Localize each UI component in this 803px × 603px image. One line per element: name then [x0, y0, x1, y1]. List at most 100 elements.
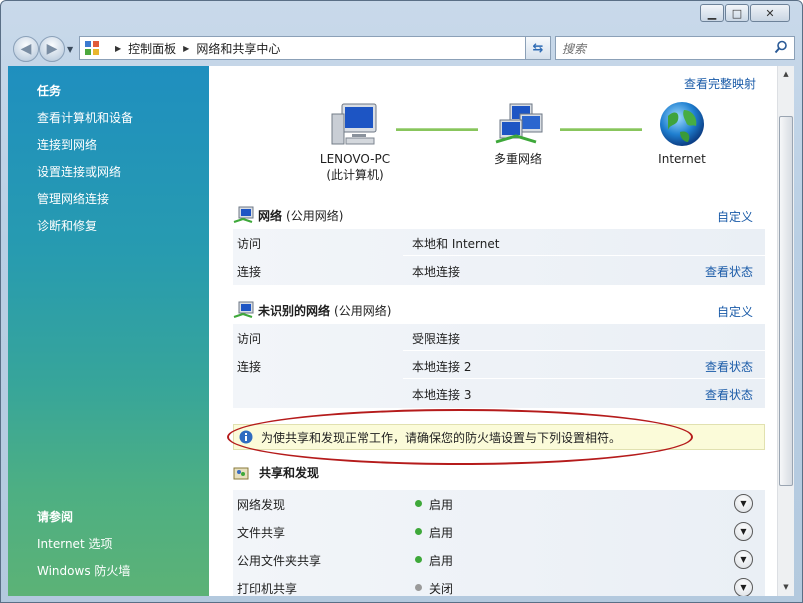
recent-pages-dropdown[interactable]: ▼ — [67, 45, 73, 54]
main-content: 查看完整映射 LENOVO-PC (此计算机) 多重网络 Internet 网络… — [209, 66, 777, 596]
expand-button[interactable]: ▼ — [734, 578, 753, 596]
detail-value: 本地连接 3 — [412, 388, 472, 402]
expand-button[interactable]: ▼ — [734, 494, 753, 513]
network-detail-row: 本地连接 3 查看状态 — [233, 380, 765, 407]
sharing-state: 启用 — [429, 554, 454, 568]
map-node-internet[interactable]: Internet — [649, 100, 715, 167]
close-icon: ✕ — [765, 6, 775, 20]
breadcrumb-separator-icon: ▶ — [183, 43, 190, 53]
sidebar-item-diagnose-repair[interactable]: 诊断和修复 — [37, 217, 97, 234]
detail-key: 连接 — [237, 265, 262, 279]
detail-key: 连接 — [237, 360, 262, 374]
customize-link[interactable]: 自定义 — [717, 303, 753, 320]
internet-node-label: Internet — [658, 152, 706, 166]
sharing-header: 共享和发现 — [233, 464, 319, 481]
sharing-row-file-sharing: 文件共享 启用 ▼ — [233, 518, 765, 546]
vertical-scrollbar[interactable]: ▲ ▼ — [777, 66, 794, 596]
customize-link[interactable]: 自定义 — [717, 208, 753, 225]
see-also-title: 请参阅 — [37, 510, 74, 524]
network-name: 网络 — [258, 208, 283, 223]
minimize-icon: ▁ — [707, 6, 717, 20]
scrollbar-thumb[interactable] — [779, 116, 793, 486]
view-full-map-link[interactable]: 查看完整映射 — [684, 75, 756, 92]
network-icon — [233, 301, 254, 319]
sharing-row-printer: 打印机共享 关闭 ▼ — [233, 574, 765, 596]
network-name: 未识别的网络 — [258, 303, 331, 318]
sharing-row-network-discovery: 网络发现 启用 ▼ — [233, 490, 765, 518]
back-arrow-icon: ◀ — [20, 41, 32, 57]
refresh-icon: ⇆ — [532, 40, 544, 56]
search-input[interactable]: 搜索 — [555, 36, 795, 60]
network-detail-row: 连接 本地连接 2 查看状态 — [233, 352, 765, 379]
map-node-computer[interactable]: LENOVO-PC (此计算机) — [319, 100, 391, 183]
network-type: (公用网络) — [334, 303, 392, 318]
sidebar-item-connect-network[interactable]: 连接到网络 — [37, 136, 97, 153]
expand-button[interactable]: ▼ — [734, 522, 753, 541]
breadcrumb-control-panel[interactable]: 控制面板 — [128, 40, 176, 57]
forward-arrow-icon: ▶ — [46, 41, 58, 57]
row-divider — [403, 255, 765, 256]
map-node-networks[interactable]: 多重网络 — [485, 100, 551, 167]
title-bar: ▁ □ ✕ — [1, 1, 802, 29]
sharing-key: 打印机共享 — [237, 582, 298, 596]
navigation-bar: ◀ ▶ ▼ ▶ 控制面板 ▶ 网络和共享中心 ▼ ⇆ 搜索 — [9, 31, 795, 62]
view-status-link[interactable]: 查看状态 — [705, 358, 753, 375]
expand-button[interactable]: ▼ — [734, 550, 753, 569]
sidebar-item-view-computers[interactable]: 查看计算机和设备 — [37, 109, 133, 126]
computer-name: LENOVO-PC — [319, 152, 391, 166]
breadcrumb-network-center[interactable]: 网络和共享中心 — [196, 40, 280, 57]
detail-value: 本地和 Internet — [412, 237, 500, 251]
back-button[interactable]: ◀ — [13, 36, 39, 62]
detail-key: 访问 — [237, 332, 262, 346]
sidebar-item-manage-connections[interactable]: 管理网络连接 — [37, 190, 109, 207]
task-pane-title: 任务 — [37, 84, 62, 98]
window-controls: ▁ □ ✕ — [700, 4, 790, 22]
network-detail-row: 连接 本地连接 查看状态 — [233, 257, 765, 284]
sharing-state: 启用 — [429, 498, 454, 512]
sharing-icon — [233, 467, 249, 479]
detail-value: 受限连接 — [412, 332, 461, 346]
status-on-icon — [415, 528, 422, 535]
scroll-up-icon[interactable]: ▲ — [778, 66, 794, 83]
detail-key: 访问 — [237, 237, 262, 251]
address-bar[interactable]: ▶ 控制面板 ▶ 网络和共享中心 ▼ — [79, 36, 551, 60]
sharing-state: 启用 — [429, 526, 454, 540]
row-divider — [403, 350, 765, 351]
see-also-internet-options[interactable]: Internet 选项 — [37, 535, 112, 552]
network-section-header: 未识别的网络 (公用网络) — [233, 301, 391, 319]
network-detail-row: 访问 受限连接 — [233, 324, 765, 351]
annotation-ellipse — [227, 409, 693, 465]
minimize-button[interactable]: ▁ — [700, 4, 724, 22]
sharing-key: 公用文件夹共享 — [237, 554, 322, 568]
task-pane: 任务 查看计算机和设备 连接到网络 设置连接或网络 管理网络连接 诊断和修复 请… — [8, 66, 209, 596]
forward-button[interactable]: ▶ — [39, 36, 65, 62]
network-details-grid: 访问 本地和 Internet 连接 本地连接 查看状态 — [233, 229, 765, 285]
status-off-icon — [415, 584, 422, 591]
view-status-link[interactable]: 查看状态 — [705, 263, 753, 280]
chevron-down-icon: ▼ — [740, 583, 747, 592]
row-divider — [403, 378, 765, 379]
status-on-icon — [415, 500, 422, 507]
network-section-header: 网络 (公用网络) — [233, 206, 343, 224]
chevron-down-icon: ▼ — [67, 45, 74, 54]
refresh-button[interactable]: ⇆ — [525, 36, 551, 60]
network-node-label: 多重网络 — [493, 152, 542, 166]
sharing-state: 关闭 — [429, 582, 454, 596]
maximize-button[interactable]: □ — [725, 4, 749, 22]
sidebar-item-setup-connection[interactable]: 设置连接或网络 — [37, 163, 121, 180]
network-details-grid: 访问 受限连接 连接 本地连接 2 查看状态 本地连接 3 查看状态 — [233, 324, 765, 408]
sharing-row-public-folder: 公用文件夹共享 启用 ▼ — [233, 546, 765, 574]
sharing-key: 文件共享 — [237, 526, 286, 540]
globe-icon — [660, 102, 704, 146]
map-link-line — [396, 128, 478, 131]
control-panel-icon — [85, 41, 99, 55]
network-icon — [233, 206, 254, 224]
close-button[interactable]: ✕ — [750, 4, 790, 22]
view-status-link[interactable]: 查看状态 — [705, 386, 753, 403]
scroll-down-icon[interactable]: ▼ — [778, 579, 794, 596]
search-icon[interactable] — [774, 40, 788, 54]
network-type: (公用网络) — [286, 208, 344, 223]
see-also-windows-firewall[interactable]: Windows 防火墙 — [37, 562, 130, 579]
maximize-icon: □ — [731, 6, 743, 20]
detail-value: 本地连接 2 — [412, 360, 472, 374]
